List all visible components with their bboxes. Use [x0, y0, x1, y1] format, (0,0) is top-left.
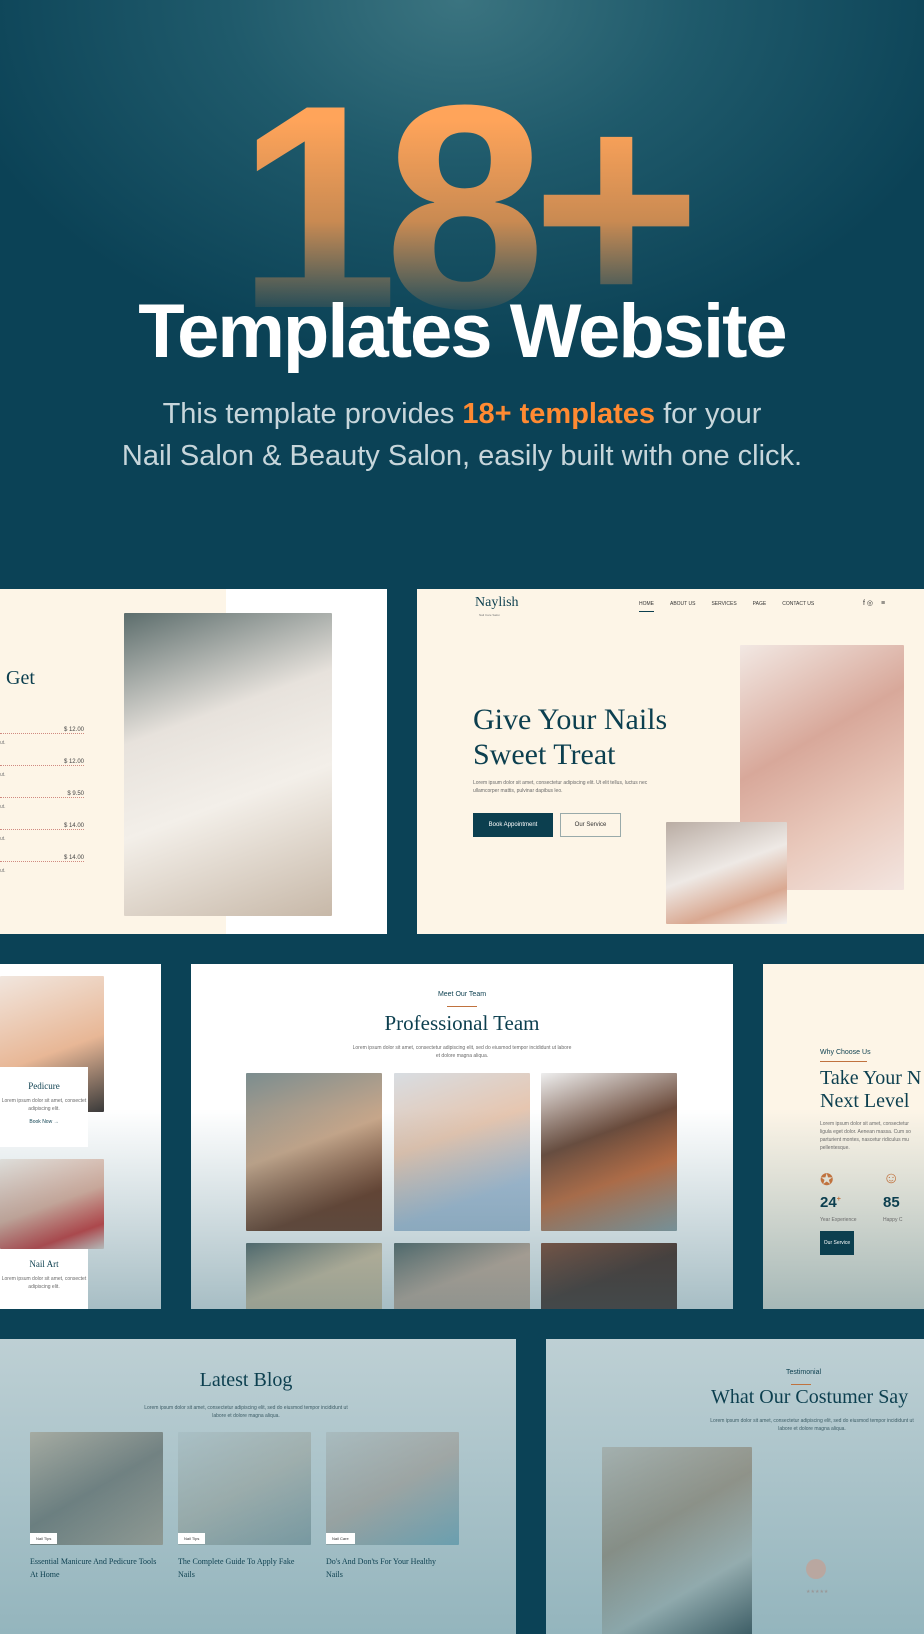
arrow-right-icon: →: [53, 1119, 59, 1125]
heading-line: Sweet Treat: [473, 738, 616, 771]
team-eyebrow: Meet Our Team: [437, 991, 487, 998]
blog-tag[interactable]: Nail Tips: [178, 1533, 206, 1544]
blog-post-title[interactable]: Essential Manicure And Pedicure Tools At…: [30, 1555, 165, 1581]
stat-years: 24+: [820, 1194, 841, 1211]
menu-icon[interactable]: ≡: [881, 600, 885, 607]
price-row-desc: ut.: [0, 772, 6, 778]
team-title: Professional Team: [384, 1011, 540, 1035]
hero-subtitle-line1: This template provides 18+ templates for…: [0, 398, 924, 431]
avatar: [806, 1559, 826, 1579]
stat-suffix: +: [836, 1196, 841, 1203]
team-member-photo: [394, 1243, 530, 1309]
nav-page[interactable]: PAGE: [753, 601, 767, 612]
testimonial-eyebrow: Testimonial: [786, 1369, 822, 1376]
blog-image: [178, 1432, 311, 1545]
blog-title: Latest Blog: [199, 1369, 293, 1391]
pricing-heading: Get: [6, 667, 35, 689]
blog-image: [326, 1432, 459, 1545]
pricing-panel: Get $ 12.00 ut. $ 12.00 ut. $ 9.50 ut. $…: [0, 589, 387, 934]
facebook-icon[interactable]: f: [863, 600, 865, 607]
book-appointment-button[interactable]: Book Appointment: [473, 813, 553, 837]
why-body: Lorem ipsum dolor sit amet, consectetur …: [820, 1121, 911, 1151]
team-member-photo: [246, 1073, 382, 1231]
divider: [791, 1384, 811, 1385]
price-row: $ 12.00: [0, 727, 84, 734]
book-now-link[interactable]: Book Now →: [0, 1119, 88, 1125]
team-member-photo: [394, 1073, 530, 1231]
team-member-photo: [541, 1243, 677, 1309]
testimonial-photo: [602, 1447, 752, 1634]
our-service-button[interactable]: Our Service: [560, 813, 621, 837]
nav-home[interactable]: HOME: [639, 601, 654, 612]
service-body: Lorem ipsum dolor sit amet, consectet ad…: [1, 1098, 87, 1112]
feet-photo: [666, 822, 787, 924]
heading-line: Give Your Nails: [473, 703, 668, 736]
nav-about[interactable]: ABOUT US: [670, 601, 695, 612]
nav-services[interactable]: SERVICES: [711, 601, 736, 612]
team-member-photo: [246, 1243, 382, 1309]
hero-heading: Give Your Nails Sweet Treat: [473, 702, 667, 772]
team-body: Lorem ipsum dolor sit amet, consectetur …: [352, 1045, 572, 1059]
logo-tagline: Nail Care Salon: [479, 613, 501, 617]
hero-subtitle-line2: Nail Salon & Beauty Salon, easily built …: [121, 440, 803, 472]
stat-label: Year Experience: [820, 1217, 857, 1223]
blog-post-title[interactable]: Do's And Don'ts For Your Healthy Nails: [326, 1555, 441, 1581]
price-row: $ 12.00: [0, 759, 84, 766]
blog-tag[interactable]: Nail Care: [326, 1533, 355, 1544]
team-member-photo: [541, 1073, 677, 1231]
blog-image: [30, 1432, 163, 1545]
our-service-button[interactable]: Our Service: [820, 1231, 854, 1255]
title-line: Next Level: [820, 1090, 910, 1112]
instagram-icon[interactable]: ◎: [867, 600, 873, 607]
why-title: Take Your N Next Level: [820, 1067, 921, 1113]
service-title: Nail Art: [29, 1259, 59, 1269]
service-body: Lorem ipsum dolor sit amet, consectet ad…: [1, 1276, 87, 1290]
testimonial-body: Lorem ipsum dolor sit amet, consectetur …: [710, 1418, 914, 1432]
manicurist-photo: [124, 613, 332, 916]
nav-bar: HOME ABOUT US SERVICES PAGE CONTACT US: [639, 601, 830, 612]
subtitle-text: This template provides: [162, 398, 463, 430]
social-icons: f ◎ ≡: [863, 599, 885, 607]
divider: [447, 1006, 477, 1007]
subtitle-text: for your: [655, 398, 762, 430]
link-label: Book Now: [29, 1119, 53, 1125]
nav-contact[interactable]: CONTACT US: [782, 601, 814, 612]
pedicure-card: Pedicure Lorem ipsum dolor sit amet, con…: [0, 1067, 88, 1147]
star-rating: ★★★★★: [806, 1589, 829, 1595]
blog-body: Lorem ipsum dolor sit amet, consectetur …: [144, 1405, 348, 1419]
nail-art-card: Nail Art Lorem ipsum dolor sit amet, con…: [0, 1249, 88, 1309]
stat-label: Happy C: [883, 1217, 903, 1223]
blog-tag[interactable]: Nail Tips: [30, 1533, 58, 1544]
price-row-desc: ut.: [0, 740, 6, 746]
stat-value: 24: [820, 1194, 837, 1211]
service-title: Pedicure: [28, 1081, 60, 1091]
divider: [820, 1061, 867, 1062]
services-panel: Pedicure Lorem ipsum dolor sit amet, con…: [0, 964, 161, 1309]
home-panel: Naylish Nail Care Salon HOME ABOUT US SE…: [417, 589, 924, 934]
price-row-desc: ut.: [0, 836, 6, 842]
price-row: $ 9.50: [0, 791, 84, 798]
nail-art-photo: [0, 1159, 104, 1249]
blog-panel: Latest Blog Lorem ipsum dolor sit amet, …: [0, 1339, 516, 1634]
price-row-desc: ut.: [0, 868, 6, 874]
subtitle-highlight: 18+ templates: [462, 398, 656, 430]
people-icon: ☺: [883, 1170, 900, 1187]
team-panel: Meet Our Team Professional Team Lorem ip…: [191, 964, 733, 1309]
why-panel: Why Choose Us Take Your N Next Level Lore…: [763, 964, 924, 1309]
why-eyebrow: Why Choose Us: [820, 1049, 871, 1056]
blog-post-title[interactable]: The Complete Guide To Apply Fake Nails: [178, 1555, 303, 1581]
hero-body: Lorem ipsum dolor sit amet, consectetur …: [473, 780, 648, 794]
stat-value: 85: [883, 1194, 900, 1211]
hero-title: Templates Website: [138, 289, 787, 374]
award-icon: ✪: [820, 1172, 834, 1189]
title-line: Take Your N: [820, 1067, 922, 1089]
price-row: $ 14.00: [0, 855, 84, 862]
testimonial-title: What Our Costumer Say: [711, 1386, 909, 1408]
testimonial-panel: Testimonial What Our Costumer Say Lorem …: [546, 1339, 924, 1634]
price-row: $ 14.00: [0, 823, 84, 830]
price-row-desc: ut.: [0, 804, 6, 810]
logo[interactable]: Naylish: [475, 595, 519, 611]
